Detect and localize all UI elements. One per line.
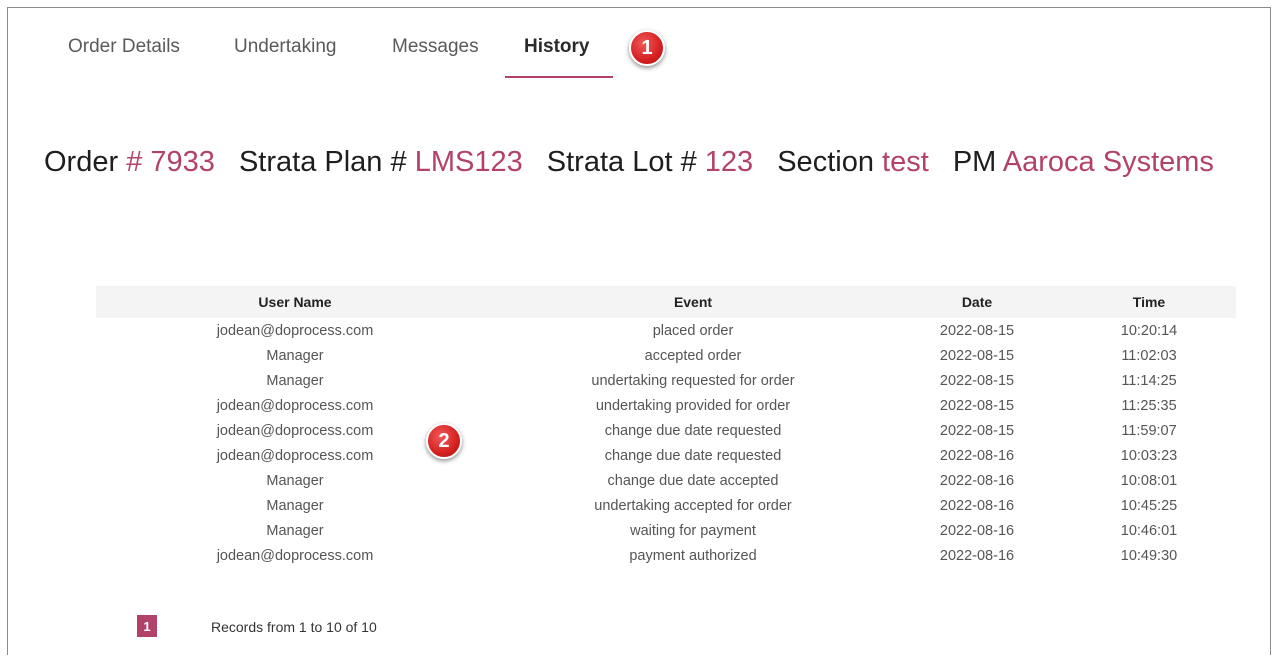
table-header: User Name Event Date Time	[96, 286, 1236, 318]
table-row[interactable]: jodean@doprocess.com undertaking provided…	[96, 393, 1236, 418]
table-row[interactable]: Manager undertaking requested for order 20…	[96, 368, 1236, 393]
order-summary: Order # 7933 Strata Plan # LMS123 Strata…	[44, 146, 1230, 179]
pagination-page-1-button[interactable]: 1	[137, 615, 157, 637]
column-header-date[interactable]: Date	[892, 294, 1062, 310]
table-row[interactable]: Manager accepted order 2022-08-15 11:02:03	[96, 343, 1236, 368]
cell-time: 11:59:07	[1121, 422, 1177, 439]
table-body: jodean@doprocess.com placed order 2022-08-…	[96, 318, 1236, 568]
table-row[interactable]: Manager change due date accepted 2022-08-1…	[96, 468, 1236, 493]
cell-user-name: Manager	[266, 472, 324, 489]
cell-time: 10:46:01	[1120, 522, 1178, 539]
records-count-text: Records from 1 to 10 of 10	[211, 619, 377, 635]
page-frame: Order Details Undertaking Messages Histo…	[7, 7, 1271, 655]
cell-user-name: jodean@doprocess.com	[216, 547, 374, 564]
tab-order-details[interactable]: Order Details	[68, 36, 180, 58]
cell-user-name: Manager	[266, 522, 324, 539]
cell-date: 2022-08-16	[939, 472, 1015, 489]
cell-event: payment authorized	[629, 547, 757, 564]
cell-time: 10:49:30	[1120, 547, 1178, 564]
callout-marker-1: 1	[629, 30, 665, 66]
callout-marker-2: 2	[426, 423, 462, 459]
strata-lot-value: 123	[704, 146, 754, 178]
tab-undertaking[interactable]: Undertaking	[234, 36, 336, 58]
history-table: User Name Event Date Time jodean@doproce…	[96, 286, 1236, 568]
table-row[interactable]: jodean@doprocess.com change due date requ…	[96, 443, 1236, 468]
cell-date: 2022-08-15	[939, 422, 1015, 439]
strata-plan-value: LMS123	[414, 146, 523, 178]
column-header-time[interactable]: Time	[1062, 294, 1236, 310]
pm-value: Aaroca Systems	[1002, 146, 1214, 178]
cell-user-name: Manager	[266, 372, 324, 389]
cell-event: undertaking accepted for order	[594, 497, 792, 514]
pm-label: PM	[952, 146, 997, 178]
cell-event: change due date requested	[604, 422, 782, 439]
tab-history[interactable]: History	[524, 36, 589, 58]
active-tab-indicator	[505, 76, 613, 78]
cell-user-name: jodean@doprocess.com	[216, 322, 374, 339]
cell-event: undertaking requested for order	[591, 372, 795, 389]
cell-event: change due date requested	[604, 447, 782, 464]
cell-time: 10:03:23	[1120, 447, 1178, 464]
cell-date: 2022-08-15	[939, 322, 1015, 339]
cell-date: 2022-08-16	[939, 447, 1015, 464]
section-value: test	[882, 146, 929, 178]
cell-date: 2022-08-15	[939, 397, 1015, 414]
table-row[interactable]: jodean@doprocess.com placed order 2022-08-…	[96, 318, 1236, 343]
table-row[interactable]: Manager undertaking accepted for order 202…	[96, 493, 1236, 518]
table-row[interactable]: Manager waiting for payment 2022-08-16 10:4…	[96, 518, 1236, 543]
cell-date: 2022-08-16	[939, 522, 1015, 539]
cell-user-name: Manager	[266, 497, 324, 514]
column-header-user-name[interactable]: User Name	[96, 294, 494, 310]
cell-time: 11:02:03	[1121, 347, 1177, 364]
cell-time: 10:08:01	[1120, 472, 1178, 489]
table-row[interactable]: jodean@doprocess.com change due date requ…	[96, 418, 1236, 443]
cell-date: 2022-08-15	[939, 347, 1015, 364]
cell-event: undertaking provided for order	[595, 397, 791, 414]
section-label: Section	[777, 146, 874, 178]
cell-date: 2022-08-15	[939, 372, 1015, 389]
strata-lot-label: Strata Lot #	[546, 146, 697, 178]
cell-time: 11:25:35	[1121, 397, 1177, 414]
cell-user-name: Manager	[266, 347, 324, 364]
strata-plan-label: Strata Plan #	[238, 146, 407, 178]
column-header-event[interactable]: Event	[494, 294, 892, 310]
cell-time: 10:45:25	[1120, 497, 1178, 514]
cell-event: waiting for payment	[630, 522, 756, 539]
cell-event: change due date accepted	[607, 472, 779, 489]
order-number: # 7933	[126, 146, 215, 178]
cell-event: accepted order	[644, 347, 742, 364]
cell-event: placed order	[652, 322, 734, 339]
table-row[interactable]: jodean@doprocess.com payment authorized 20…	[96, 543, 1236, 568]
cell-date: 2022-08-16	[939, 547, 1015, 564]
cell-user-name: jodean@doprocess.com	[216, 397, 374, 414]
cell-date: 2022-08-16	[939, 497, 1015, 514]
cell-time: 11:14:25	[1121, 372, 1177, 389]
tab-messages[interactable]: Messages	[392, 36, 479, 58]
order-label: Order	[44, 146, 119, 178]
cell-time: 10:20:14	[1120, 322, 1178, 339]
